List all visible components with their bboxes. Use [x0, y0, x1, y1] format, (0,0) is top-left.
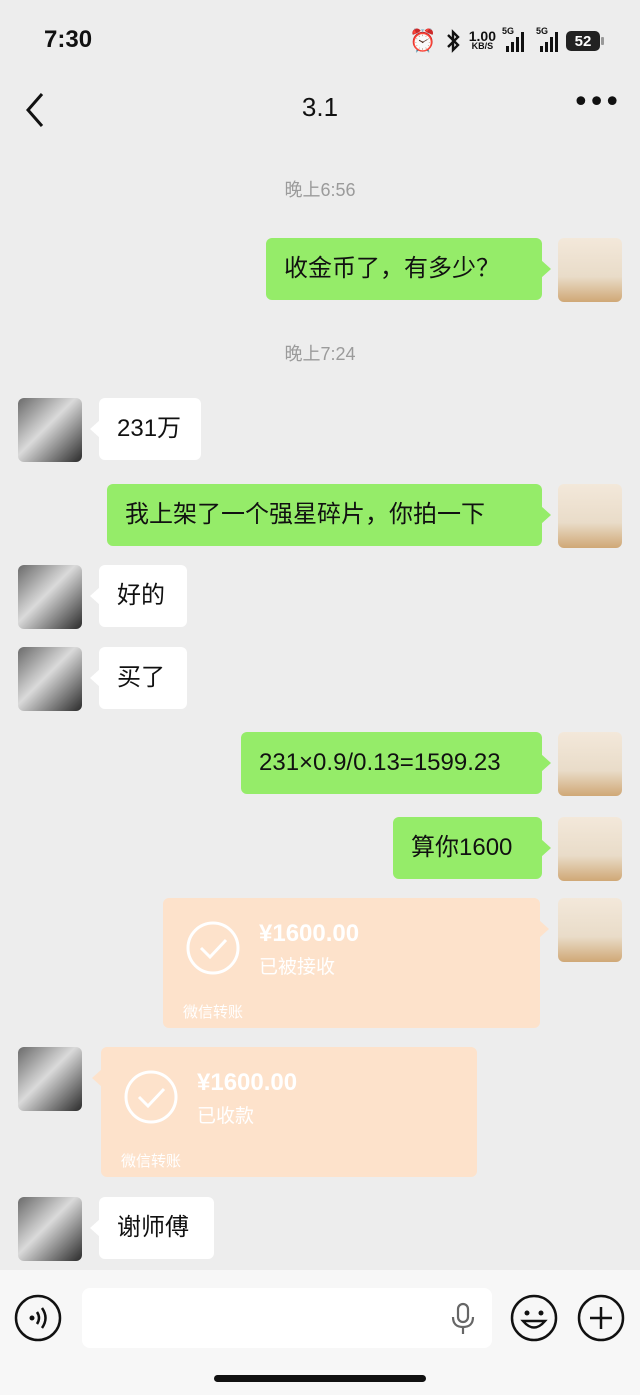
- timestamp: 晚上6:56: [284, 180, 356, 200]
- message-bubble-outgoing[interactable]: 231×0.9/0.13=1599.23: [241, 732, 551, 794]
- message-bubble-incoming[interactable]: 谢师傅: [90, 1197, 214, 1259]
- signal-icon: 5G: [502, 26, 524, 52]
- alarm-icon: ⏰: [409, 28, 437, 53]
- message-bubble-incoming[interactable]: 好的: [90, 565, 187, 627]
- voice-toggle-icon[interactable]: [14, 1294, 62, 1342]
- transfer-card-outgoing[interactable]: ¥1600.00 已被接收 微信转账: [163, 898, 549, 1028]
- avatar-contact[interactable]: [18, 1197, 82, 1261]
- status-time: 7:30: [44, 26, 93, 53]
- transfer-footer: 微信转账: [121, 1152, 182, 1170]
- transfer-amount: ¥1600.00: [197, 1069, 298, 1096]
- transfer-status: 已被接收: [259, 956, 336, 978]
- avatar-self[interactable]: [558, 484, 622, 548]
- transfer-amount: ¥1600.00: [259, 920, 360, 947]
- message-bubble-incoming[interactable]: 买了: [90, 647, 187, 709]
- avatar-contact[interactable]: [18, 647, 82, 711]
- battery-icon: 52: [566, 31, 604, 51]
- check-circle-icon: [124, 1070, 178, 1124]
- signal-icon: 5G: [536, 26, 558, 52]
- message-bubble-outgoing[interactable]: 我上架了一个强星碎片，你拍一下: [107, 484, 551, 546]
- avatar-self[interactable]: [558, 817, 622, 881]
- chat-title: 3.1: [301, 92, 339, 122]
- avatar-contact[interactable]: [18, 565, 82, 629]
- more-icon[interactable]: •••: [572, 88, 621, 124]
- status-icons: ⏰ 1.00 KB/S 5G 5G 52: [409, 26, 604, 56]
- message-bubble-outgoing[interactable]: 算你1600: [393, 817, 551, 879]
- bluetooth-icon: [446, 29, 460, 53]
- check-circle-icon: [186, 921, 240, 975]
- plus-icon[interactable]: [577, 1294, 625, 1342]
- microphone-icon[interactable]: [450, 1302, 476, 1336]
- transfer-status: 已收款: [197, 1105, 255, 1127]
- avatar-self[interactable]: [558, 898, 622, 962]
- status-bar: 7:30 ⏰ 1.00 KB/S 5G 5G 52: [0, 0, 640, 80]
- avatar-self[interactable]: [558, 238, 622, 302]
- nav-bar: 3.1 •••: [0, 80, 640, 140]
- emoji-icon[interactable]: [510, 1294, 558, 1342]
- transfer-card-incoming[interactable]: ¥1600.00 已收款 微信转账: [92, 1047, 477, 1177]
- avatar-contact[interactable]: [18, 1047, 82, 1111]
- avatar-self[interactable]: [558, 732, 622, 796]
- message-input[interactable]: [82, 1288, 492, 1348]
- home-indicator[interactable]: [214, 1375, 426, 1382]
- avatar-contact[interactable]: [18, 398, 82, 462]
- timestamp: 晚上7:24: [284, 344, 356, 364]
- transfer-footer: 微信转账: [183, 1003, 244, 1021]
- network-speed: 1.00 KB/S: [468, 28, 496, 51]
- message-bubble-outgoing[interactable]: 收金币了，有多少？: [266, 238, 551, 300]
- message-bubble-incoming[interactable]: 231万: [90, 398, 201, 460]
